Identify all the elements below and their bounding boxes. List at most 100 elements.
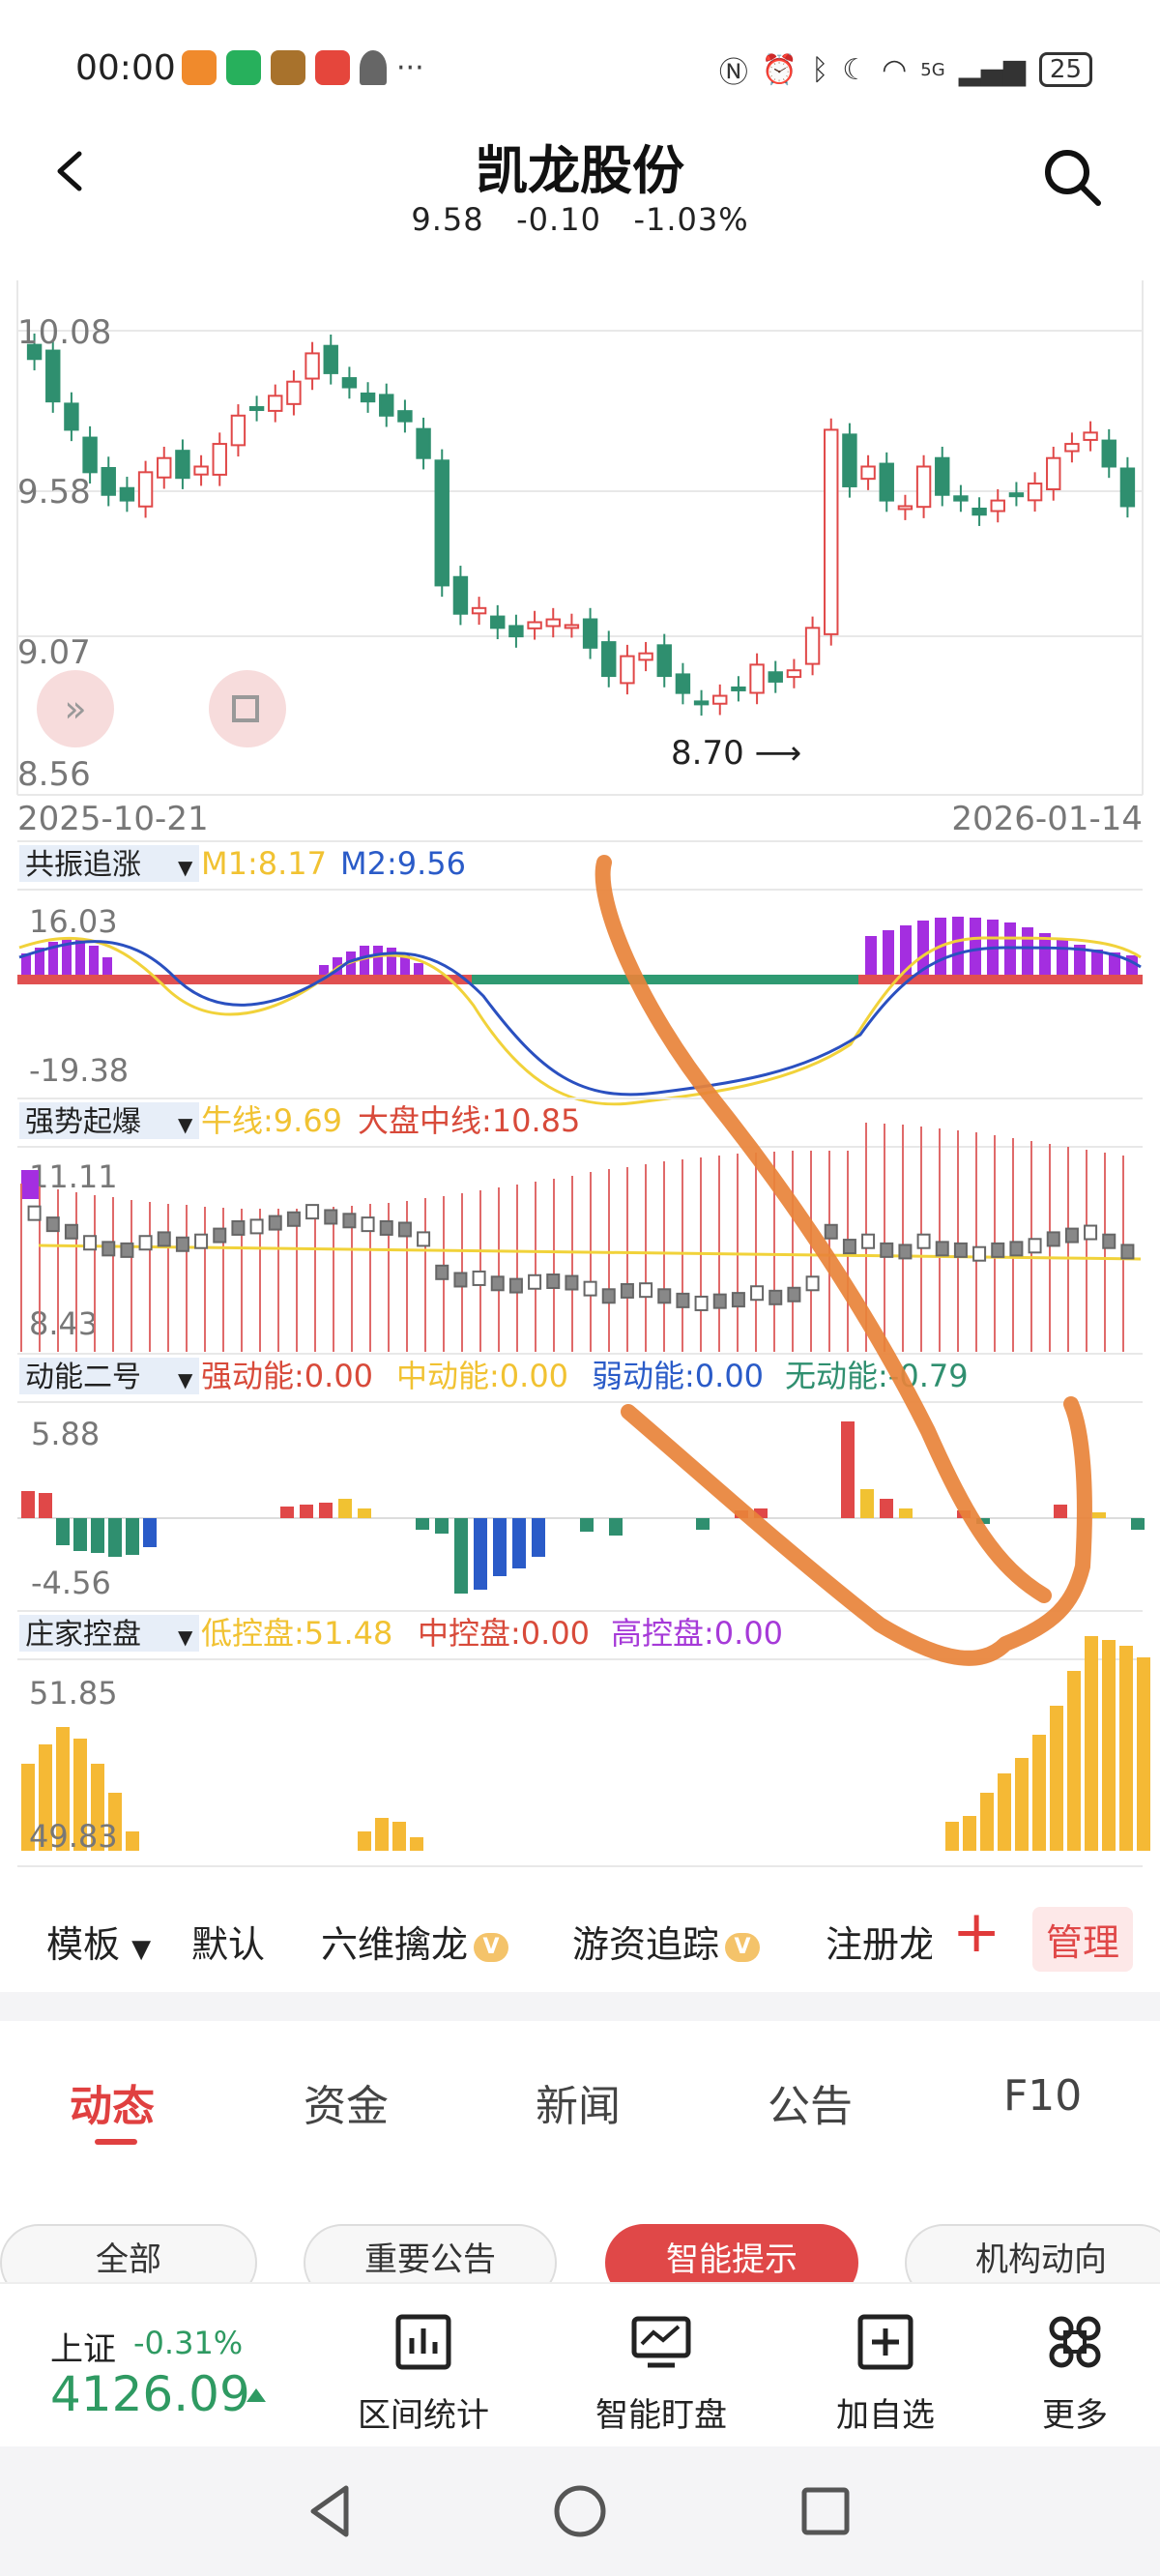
histogram-bar: [89, 946, 99, 975]
momentum-bar: [609, 1518, 623, 1536]
price-box: [435, 1264, 450, 1280]
zero-band: [17, 975, 472, 984]
price-box: [361, 1216, 375, 1233]
tab-news[interactable]: 新闻: [536, 2071, 621, 2133]
smart-watch-label: 智能盯盘: [595, 2396, 727, 2435]
interval-stats-button[interactable]: 区间统计: [346, 2311, 501, 2436]
price-box: [546, 1273, 561, 1289]
template-label: 模板: [46, 1923, 121, 1966]
more-label: 更多: [1042, 2396, 1108, 2435]
add-template-icon[interactable]: +: [952, 1903, 1000, 1961]
price-box: [138, 1235, 153, 1251]
momentum-bar: [338, 1499, 352, 1518]
histogram-bar: [865, 936, 877, 975]
candle-body: [379, 394, 394, 417]
candle-body: [212, 443, 227, 476]
expand-button[interactable]: »: [37, 670, 114, 747]
template-dropdown[interactable]: 模板 ▼: [46, 1915, 151, 1968]
template-default[interactable]: 默认: [191, 1915, 265, 1968]
chip-smart-tips[interactable]: 智能提示: [605, 2224, 858, 2282]
candle-body: [601, 641, 617, 678]
candle-body: [842, 433, 857, 487]
indicator3-medium: 中动能:0.00: [396, 1358, 568, 1394]
candle-body: [248, 406, 265, 412]
price-box: [249, 1218, 264, 1235]
candle-body: [230, 414, 246, 447]
nav-home-icon[interactable]: [549, 2480, 611, 2542]
command-icon: [1049, 2316, 1101, 2368]
nav-back-icon[interactable]: [300, 2480, 362, 2542]
kline-chart[interactable]: 10.08 9.58 9.07 8.56 2025-10-21 2026-01-…: [0, 271, 1160, 1876]
price-box: [1120, 1244, 1135, 1260]
candle-body: [1064, 443, 1080, 453]
price-box: [657, 1288, 672, 1304]
price-box: [824, 1223, 838, 1240]
momentum-bar: [493, 1518, 507, 1576]
price-box: [861, 1233, 876, 1249]
candle-body: [175, 450, 190, 480]
tab-dynamic[interactable]: 动态: [70, 2071, 155, 2133]
fullscreen-button[interactable]: [209, 670, 286, 747]
chip-all[interactable]: 全部: [0, 2224, 257, 2282]
tab-announcement[interactable]: 公告: [768, 2071, 853, 2133]
momentum-bar: [56, 1518, 70, 1545]
manage-button[interactable]: 管理: [1032, 1907, 1134, 1972]
candle-body: [731, 686, 746, 691]
candle-body: [1046, 456, 1061, 491]
indicator2-plot: [20, 1123, 1142, 1352]
vip-badge-icon: V: [474, 1932, 509, 1962]
candle-body: [452, 575, 469, 615]
price-box: [508, 1277, 523, 1294]
candle-body: [360, 392, 376, 403]
bar-chart-icon: [395, 2314, 451, 2370]
candle-body: [897, 505, 914, 511]
histogram-bar: [373, 946, 383, 975]
candle-body: [323, 344, 338, 374]
price-box: [490, 1275, 505, 1292]
price-box: [397, 1221, 412, 1238]
candle-body: [101, 467, 116, 496]
dnd-moon-icon: ☾: [842, 52, 869, 87]
price-box: [583, 1280, 597, 1297]
price-box: [305, 1204, 320, 1220]
candle-body: [582, 618, 598, 649]
momentum-bar: [358, 1508, 371, 1518]
date-end: 2026-01-14: [951, 800, 1143, 838]
momentum-bar: [454, 1518, 468, 1594]
momentum-bar: [1131, 1518, 1145, 1530]
control-bar: [1102, 1640, 1116, 1851]
template-name: 游资追踪: [572, 1923, 720, 1966]
price-box: [64, 1223, 78, 1240]
template-register[interactable]: 注册龙: [826, 1915, 932, 1968]
price-box: [620, 1282, 634, 1299]
add-watchlist-button[interactable]: 加自选: [808, 2311, 963, 2436]
momentum-bar: [1054, 1505, 1067, 1518]
template-six-dimension[interactable]: 六维擒龙 V: [321, 1915, 509, 1968]
price-box: [175, 1236, 189, 1252]
control-bar: [392, 1822, 406, 1851]
momentum-bar: [512, 1518, 526, 1568]
indicator1-name: 共振追涨: [25, 848, 141, 882]
monitor-chart-icon: [631, 2316, 691, 2368]
momentum-bar: [280, 1507, 294, 1518]
more-button[interactable]: 更多: [998, 2311, 1152, 2436]
candle-body: [268, 395, 283, 412]
app-notification-icon: [315, 50, 350, 85]
tab-capital[interactable]: 资金: [304, 2071, 389, 2133]
chip-important[interactable]: 重要公告: [304, 2224, 557, 2282]
smart-watch-button[interactable]: 智能盯盘: [584, 2311, 739, 2436]
price-box: [157, 1231, 171, 1247]
nav-recents-icon[interactable]: [795, 2480, 856, 2542]
tab-f10[interactable]: F10: [1003, 2071, 1082, 2121]
template-hot-money[interactable]: 游资追踪 V: [572, 1915, 761, 1968]
chip-institution[interactable]: 机构动向: [905, 2224, 1160, 2282]
price-box: [898, 1244, 913, 1260]
indicator3-weak: 弱动能:0.00: [592, 1358, 764, 1394]
indicator1-m2: M2:9.56: [340, 845, 466, 882]
price-box: [1009, 1241, 1024, 1257]
candle-body: [879, 462, 894, 502]
price-box: [102, 1241, 116, 1257]
search-icon[interactable]: [1040, 145, 1104, 209]
indicator3-min: -4.56: [31, 1565, 111, 1601]
index-value: 4126.09: [50, 2366, 250, 2422]
